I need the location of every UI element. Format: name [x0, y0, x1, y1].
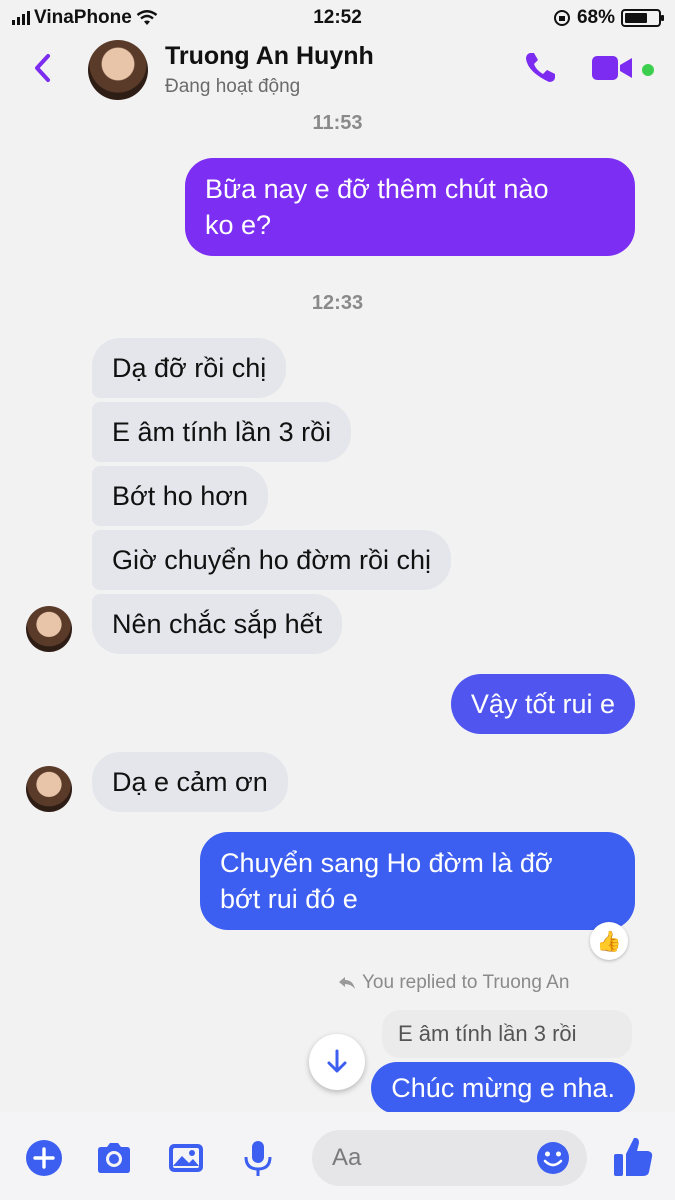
message-input-placeholder: Aa: [332, 1144, 362, 1171]
message-line: bớt rui đó e: [220, 884, 358, 914]
reply-arrow-icon: [339, 977, 355, 989]
message-input[interactable]: Aa: [312, 1130, 587, 1186]
message-line: Bữa nay e đỡ thêm chút nào: [205, 174, 549, 204]
reply-note: You replied to Truong An: [338, 972, 569, 994]
status-bar: VinaPhone 12:52 68%: [0, 0, 675, 36]
outgoing-message[interactable]: Vậy tốt rui e: [450, 674, 635, 734]
incoming-message[interactable]: E âm tính lần 3 rồi: [92, 402, 352, 462]
conversation-header: Truong An Huynh Đang hoạt động: [0, 36, 675, 106]
camera-icon[interactable]: [94, 1138, 134, 1178]
incoming-message[interactable]: Bớt ho hơn: [92, 466, 268, 526]
battery-percent: 68%: [576, 7, 615, 28]
thumbs-up-reaction-icon[interactable]: 👍: [590, 922, 628, 960]
image-icon[interactable]: [166, 1138, 206, 1178]
contact-avatar[interactable]: [88, 40, 148, 100]
sender-avatar[interactable]: [26, 606, 72, 652]
thumbs-up-icon[interactable]: [612, 1134, 654, 1178]
video-call-icon[interactable]: [590, 52, 634, 84]
timestamp: 11:53: [312, 112, 363, 134]
incoming-message[interactable]: Dạ đỡ rồi chị: [92, 338, 287, 398]
composer-toolbar: Aa: [0, 1112, 675, 1200]
active-dot: [642, 64, 654, 76]
plus-icon[interactable]: [24, 1138, 64, 1178]
incoming-message[interactable]: Giờ chuyển ho đờm rồi chị: [92, 530, 452, 590]
back-chevron-icon[interactable]: [28, 46, 58, 90]
message-line: ko e?: [205, 210, 272, 240]
incoming-message[interactable]: Dạ e cảm ơn: [92, 752, 288, 812]
contact-name[interactable]: Truong An Huynh: [165, 42, 374, 71]
message-line: Chuyển sang Ho đờm là đỡ: [220, 848, 553, 878]
arrow-down-icon: [327, 1049, 347, 1073]
outgoing-message[interactable]: Bữa nay e đỡ thêm chút nào ko e?: [185, 158, 635, 256]
incoming-message[interactable]: Nên chắc sắp hết: [92, 594, 343, 654]
reply-note-text: You replied to Truong An: [362, 972, 570, 993]
sender-avatar[interactable]: [26, 766, 72, 812]
active-status: Đang hoạt động: [165, 76, 301, 97]
emoji-icon[interactable]: [535, 1140, 571, 1176]
status-right: 68%: [553, 7, 664, 29]
outgoing-message[interactable]: Chúc mừng e nha.: [371, 1062, 635, 1114]
phone-call-icon[interactable]: [522, 50, 558, 86]
timestamp: 12:33: [311, 292, 364, 314]
orientation-lock-icon: [553, 10, 570, 26]
battery-icon: [621, 9, 664, 27]
scroll-to-bottom-button[interactable]: [309, 1034, 365, 1090]
outgoing-message[interactable]: Chuyển sang Ho đờm là đỡ bớt rui đó e: [200, 832, 635, 930]
quoted-message[interactable]: E âm tính lần 3 rồi: [382, 1010, 632, 1058]
microphone-icon[interactable]: [238, 1138, 278, 1178]
